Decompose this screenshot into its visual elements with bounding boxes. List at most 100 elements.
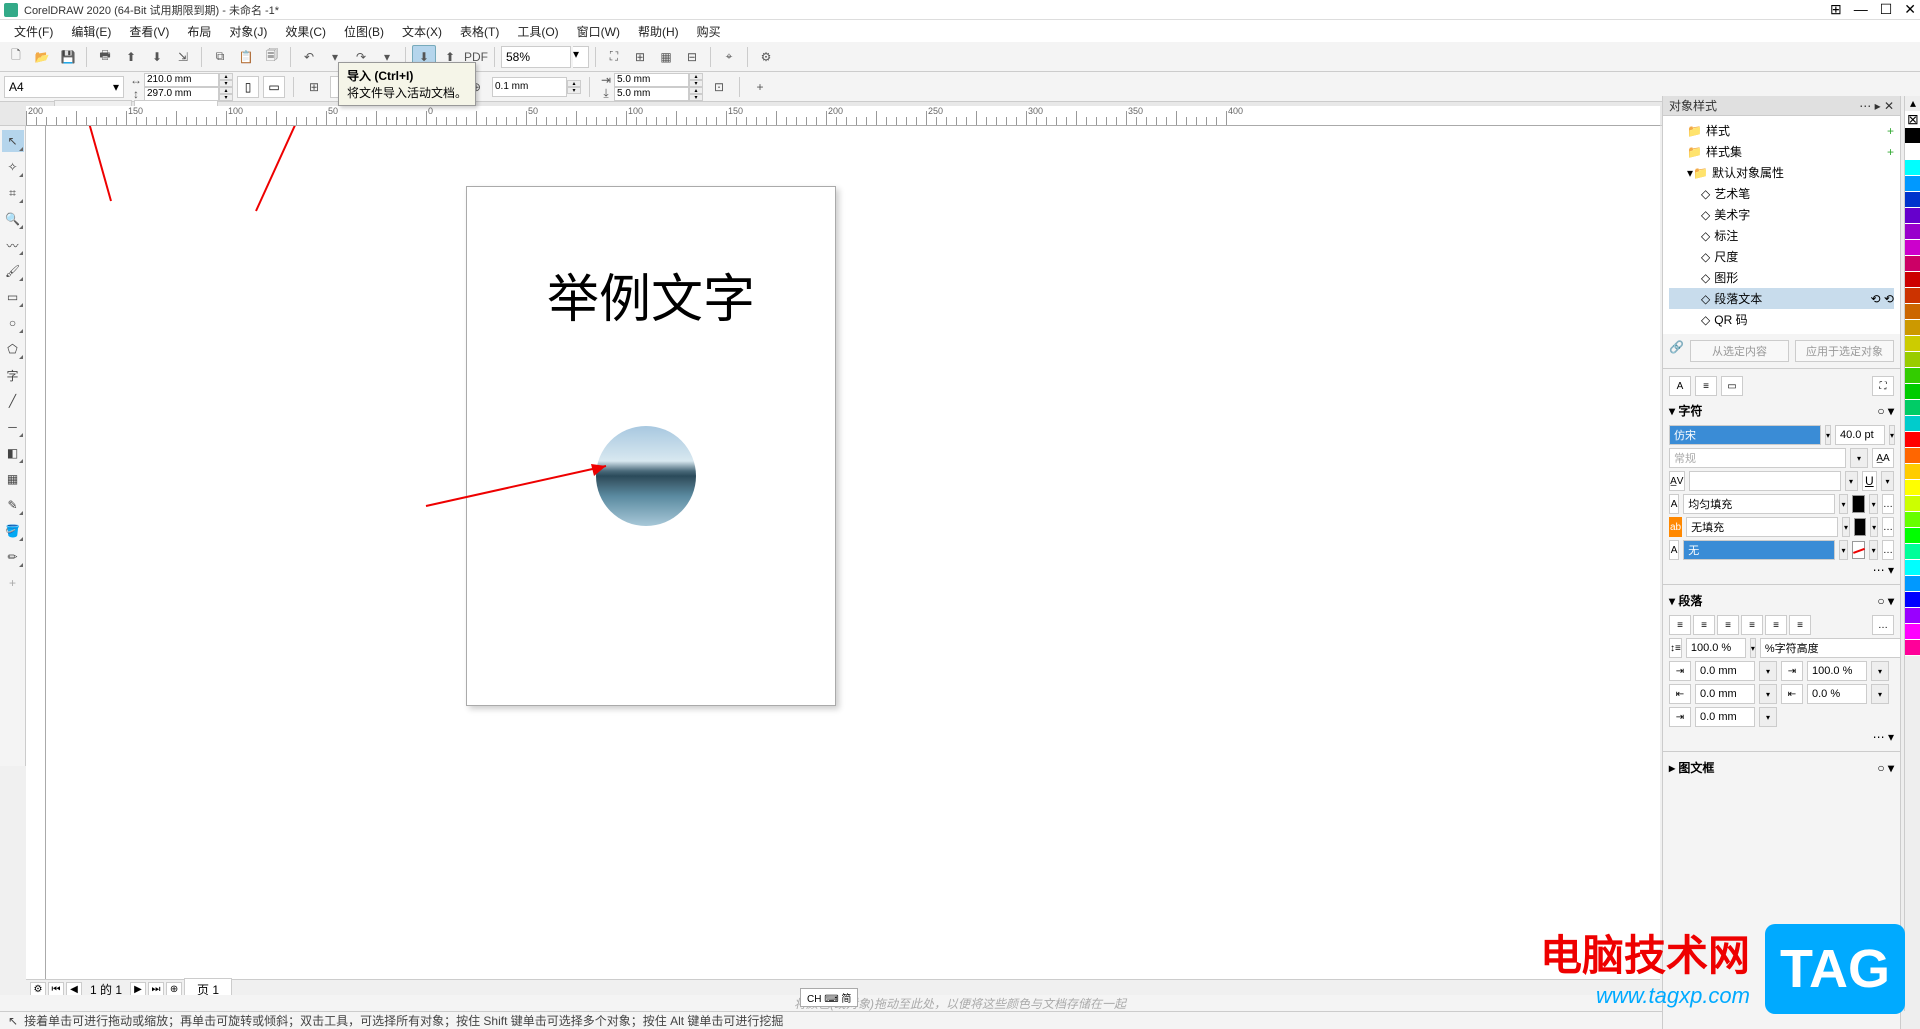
- color-swatch[interactable]: [1905, 288, 1920, 304]
- indent2p-icon[interactable]: ⇤: [1781, 684, 1803, 704]
- zoom-dropdown[interactable]: ▾: [573, 46, 589, 68]
- nudge-input[interactable]: 0.1 mm: [492, 77, 567, 97]
- tree-defaults[interactable]: ▾📁 默认对象属性: [1669, 162, 1894, 183]
- olc-dd[interactable]: ▾: [1869, 540, 1878, 560]
- style-dd[interactable]: ▾: [1850, 448, 1868, 468]
- color-swatch[interactable]: [1905, 240, 1920, 256]
- color-swatch[interactable]: [1905, 640, 1920, 656]
- guides-icon[interactable]: ⊟: [680, 45, 704, 69]
- color-swatch[interactable]: [1905, 624, 1920, 640]
- font-select[interactable]: [1669, 425, 1821, 445]
- parallel-tool-icon[interactable]: ╱: [2, 390, 24, 412]
- crop-tool-icon[interactable]: ⌗: [2, 182, 24, 204]
- frame-icon[interactable]: ▭: [1721, 376, 1743, 396]
- ls-dd[interactable]: ▾: [1750, 638, 1756, 658]
- spin-down[interactable]: ▾: [689, 94, 703, 101]
- menu-file[interactable]: 文件(F): [6, 21, 61, 42]
- tree-qr[interactable]: ◇ QR 码: [1669, 309, 1894, 330]
- save-icon[interactable]: 💾: [56, 45, 80, 69]
- close-icon[interactable]: ✕: [1904, 1, 1916, 18]
- color-swatch[interactable]: [1905, 480, 1920, 496]
- add-page-icon[interactable]: +: [748, 75, 772, 99]
- color-swatch[interactable]: [1905, 192, 1920, 208]
- script-icon[interactable]: A̲A: [1872, 448, 1894, 468]
- maximize-icon[interactable]: ☐: [1880, 1, 1893, 18]
- freehand-tool-icon[interactable]: 〰: [2, 234, 24, 256]
- indent1p-input[interactable]: [1807, 661, 1867, 681]
- bg-type[interactable]: [1686, 517, 1838, 537]
- ol-more-icon[interactable]: …: [1882, 540, 1894, 560]
- treat-as-icon[interactable]: ⊡: [707, 75, 731, 99]
- tree-dimension[interactable]: ◇ 尺度: [1669, 246, 1894, 267]
- color-swatch[interactable]: [1905, 352, 1920, 368]
- menu-effects[interactable]: 效果(C): [277, 21, 334, 42]
- page-height-input[interactable]: 297.0 mm: [144, 87, 219, 101]
- spin-up[interactable]: ▴: [567, 80, 581, 87]
- color-swatch[interactable]: [1905, 560, 1920, 576]
- i1-dd[interactable]: ▾: [1759, 661, 1777, 681]
- apply-selection-button[interactable]: 应用于选定对象: [1795, 340, 1894, 362]
- font-size-input[interactable]: [1835, 425, 1885, 445]
- spin-down[interactable]: ▾: [567, 87, 581, 94]
- text-tool-icon[interactable]: 字: [2, 364, 24, 386]
- para-icon[interactable]: ≡: [1695, 376, 1717, 396]
- i2p-dd[interactable]: ▾: [1871, 684, 1889, 704]
- dropshadow-tool-icon[interactable]: ◧: [2, 442, 24, 464]
- options-icon[interactable]: ⚙: [754, 45, 778, 69]
- fill-dd[interactable]: ▾: [1839, 494, 1848, 514]
- color-swatch[interactable]: [1905, 384, 1920, 400]
- tree-artpen[interactable]: ◇ 艺术笔: [1669, 183, 1894, 204]
- menu-table[interactable]: 表格(T): [452, 21, 507, 42]
- font-style-select[interactable]: [1669, 448, 1846, 468]
- spin-down[interactable]: ▾: [219, 80, 233, 87]
- color-swatch[interactable]: [1905, 416, 1920, 432]
- spin-down[interactable]: ▾: [689, 80, 703, 87]
- spin-up[interactable]: ▴: [219, 87, 233, 94]
- color-swatch[interactable]: [1905, 224, 1920, 240]
- color-swatch[interactable]: [1905, 528, 1920, 544]
- clipboard-icon[interactable]: 🗐: [260, 45, 284, 69]
- link-icon[interactable]: 🔗: [1669, 340, 1684, 362]
- circle-image[interactable]: [596, 426, 696, 526]
- fullscreen-icon[interactable]: ⛶: [602, 45, 626, 69]
- bg-a-icon[interactable]: ab: [1669, 517, 1682, 537]
- char-expand-icon[interactable]: ⋯ ▾: [1873, 563, 1894, 577]
- kerning-input[interactable]: [1689, 471, 1841, 491]
- menu-text[interactable]: 文本(X): [394, 21, 450, 42]
- color-swatch[interactable]: [1905, 576, 1920, 592]
- char-a-icon[interactable]: A: [1669, 376, 1691, 396]
- zoom-tool-icon[interactable]: 🔍: [2, 208, 24, 230]
- bg-color[interactable]: [1854, 518, 1866, 536]
- new-icon[interactable]: 🗋: [4, 45, 28, 69]
- menu-bitmap[interactable]: 位图(B): [336, 21, 392, 42]
- portrait-icon[interactable]: ▯: [237, 76, 259, 98]
- kerning-icon[interactable]: A̲V: [1669, 471, 1685, 491]
- rectangle-tool-icon[interactable]: ▭: [2, 286, 24, 308]
- minimize-icon[interactable]: —: [1854, 1, 1868, 18]
- underline-icon[interactable]: U: [1862, 471, 1878, 491]
- linesp-icon[interactable]: ↕≡: [1669, 638, 1682, 658]
- grid-icon[interactable]: ▦: [654, 45, 678, 69]
- char-opts-icon[interactable]: ○ ▾: [1877, 404, 1894, 418]
- color-swatch[interactable]: [1905, 144, 1920, 160]
- fillc-dd[interactable]: ▾: [1869, 494, 1878, 514]
- tree-callout[interactable]: ◇ 标注: [1669, 225, 1894, 246]
- no-color-swatch[interactable]: ⊠: [1905, 112, 1920, 128]
- expand-icon[interactable]: ⛶: [1872, 376, 1894, 396]
- align-none-icon[interactable]: ≡: [1789, 615, 1811, 635]
- align-left-icon[interactable]: ≡: [1669, 615, 1691, 635]
- i1p-dd[interactable]: ▾: [1871, 661, 1889, 681]
- color-swatch[interactable]: [1905, 256, 1920, 272]
- panel-header[interactable]: 对象样式 ⋯ ▸ ✕: [1663, 96, 1900, 116]
- color-swatch[interactable]: [1905, 128, 1920, 144]
- print-icon[interactable]: 🖶: [93, 45, 117, 69]
- snap-icon[interactable]: ⌖: [717, 45, 741, 69]
- polygon-tool-icon[interactable]: ⬠: [2, 338, 24, 360]
- menu-edit[interactable]: 编辑(E): [63, 21, 119, 42]
- outline-type[interactable]: [1683, 540, 1835, 560]
- indent1p-icon[interactable]: ⇥: [1781, 661, 1803, 681]
- line-spacing-input[interactable]: [1686, 638, 1746, 658]
- page-size-select[interactable]: A4▾: [4, 76, 124, 98]
- color-swatch[interactable]: [1905, 208, 1920, 224]
- shape-tool-icon[interactable]: ✧: [2, 156, 24, 178]
